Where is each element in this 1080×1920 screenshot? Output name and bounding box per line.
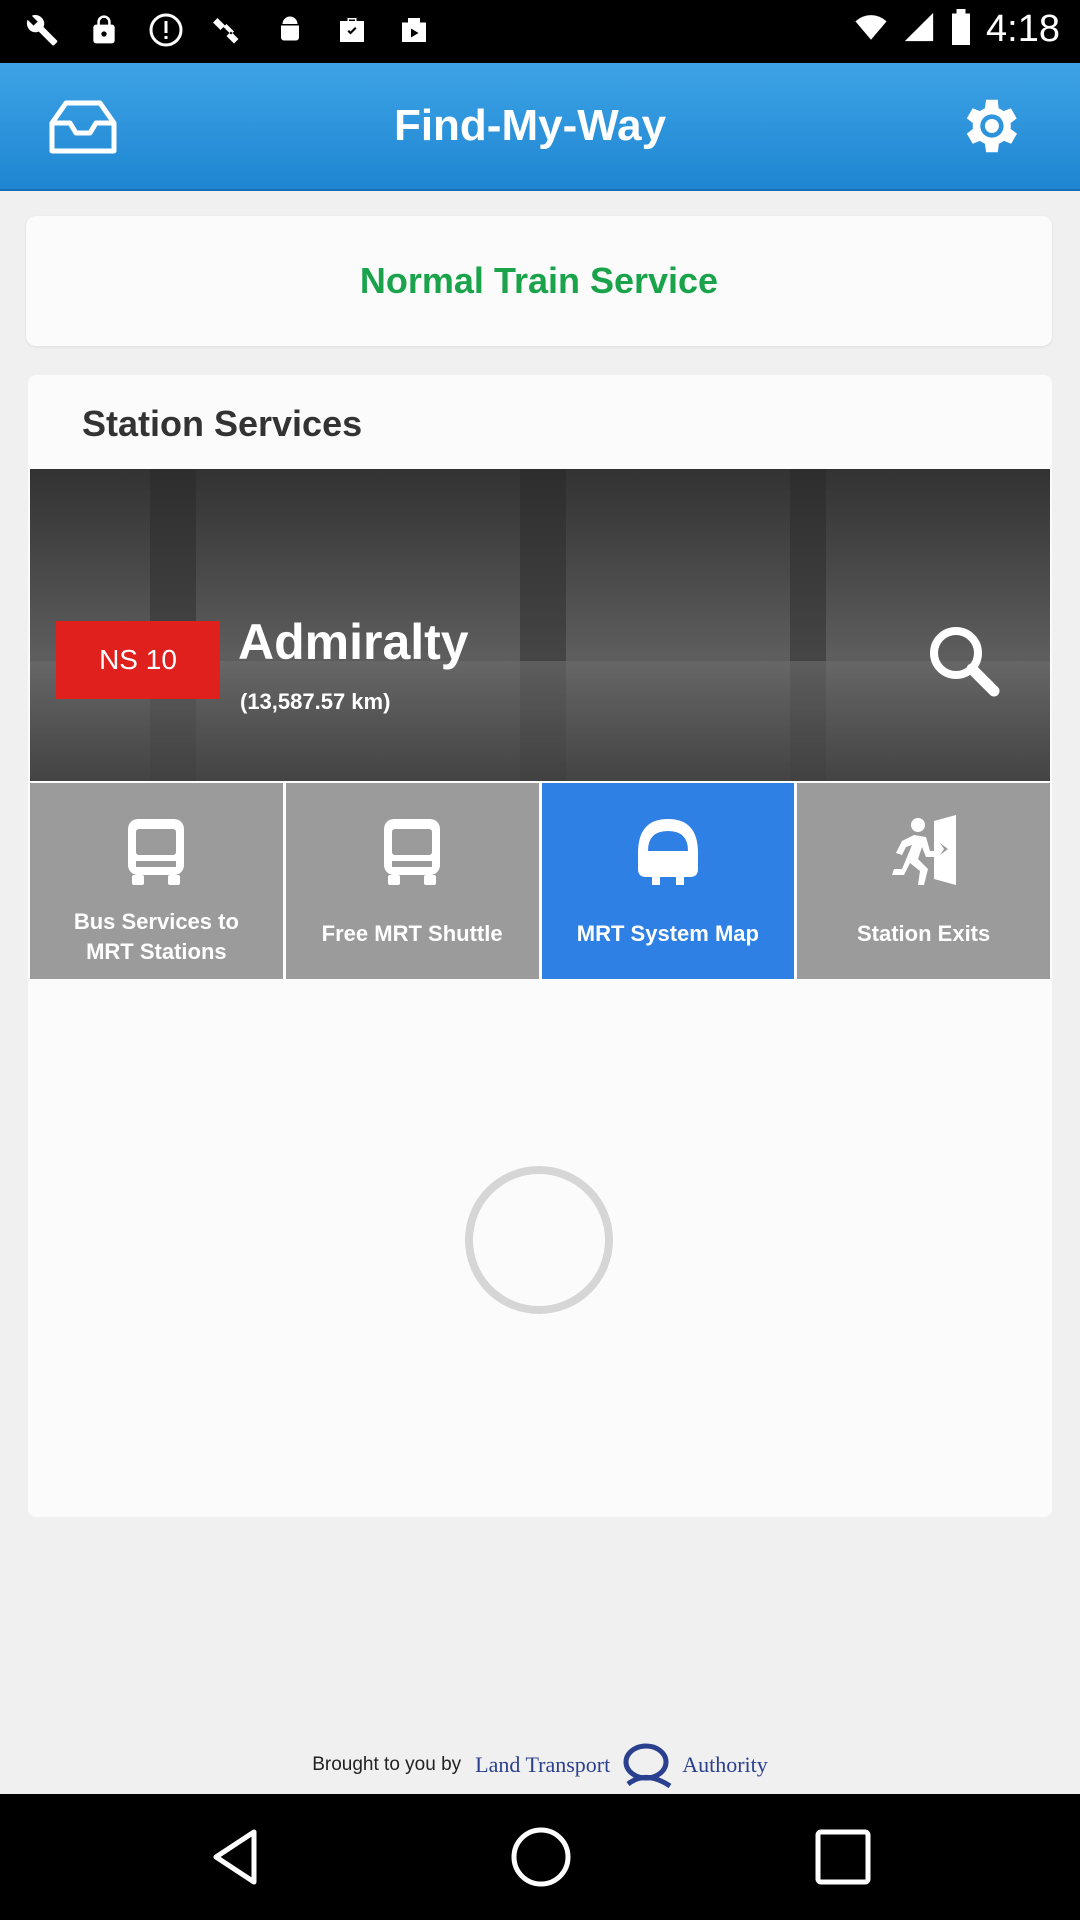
battery-icon: [950, 9, 972, 50]
station-services-card: Station Services NS 10 Admiralty (13,587…: [28, 375, 1052, 1517]
recents-button[interactable]: [810, 1824, 876, 1890]
status-time: 4:18: [986, 8, 1060, 50]
play-store-icon: [394, 10, 434, 50]
station-name: Admiralty: [238, 614, 469, 670]
navigation-bar: [0, 1794, 1080, 1920]
lta-emblem-icon: [623, 1743, 672, 1789]
station-services-tiles: Bus Services to MRT Stations Free MRT Sh…: [30, 783, 1050, 979]
shuttle-bus-icon: [384, 819, 441, 885]
search-icon: [930, 627, 1000, 697]
station-distance: (13,587.57 km): [240, 689, 391, 714]
bus-icon: [128, 819, 185, 885]
wrench-icon: [22, 10, 62, 50]
app-bar: Find-My-Way: [0, 63, 1080, 191]
service-status-card: Normal Train Service: [26, 216, 1052, 346]
service-status-text: Normal Train Service: [359, 260, 719, 301]
tile-bus-services[interactable]: Bus Services to MRT Stations: [30, 783, 283, 979]
lta-logo: Land Transport Authority: [475, 1740, 768, 1790]
gear-icon: [966, 99, 1017, 153]
tile-label: Station Exits: [857, 921, 991, 946]
back-button[interactable]: [204, 1824, 270, 1890]
train-icon: [637, 819, 698, 885]
tile-free-mrt-shuttle[interactable]: Free MRT Shuttle: [285, 783, 539, 979]
search-station-button[interactable]: [924, 621, 1004, 701]
wifi-icon: [854, 10, 888, 49]
tile-label: Free MRT Shuttle: [321, 921, 503, 946]
satellite-icon: [208, 10, 248, 50]
lta-logo-left: Land Transport: [475, 1752, 611, 1777]
alert-icon: [146, 10, 186, 50]
signal-icon: [902, 10, 936, 49]
brought-by-text: Brought to you by: [312, 1754, 462, 1775]
section-heading: Station Services: [82, 403, 363, 444]
settings-button[interactable]: [954, 91, 1024, 161]
tile-station-exits[interactable]: Station Exits: [797, 783, 1050, 979]
home-button[interactable]: [508, 1824, 574, 1890]
lock-icon: [84, 10, 124, 50]
android-icon: [270, 10, 310, 50]
app-title: Find-My-Way: [393, 101, 667, 150]
tile-mrt-system-map[interactable]: MRT System Map: [541, 783, 795, 979]
briefcase-check-icon: [332, 10, 372, 50]
station-photo-banner: NS 10 Admiralty (13,587.57 km): [30, 469, 1050, 781]
exit-icon: [891, 815, 956, 885]
status-bar: 4:18: [0, 0, 1080, 63]
footer-credit: Brought to you by Land Transport Authori…: [0, 1735, 1080, 1795]
loading-spinner: [465, 1166, 613, 1314]
station-code-badge: NS 10: [56, 621, 220, 699]
tile-label: Bus Services to MRT Stations: [73, 909, 239, 964]
tile-label: MRT System Map: [576, 921, 759, 946]
lta-logo-right: Authority: [682, 1752, 768, 1777]
